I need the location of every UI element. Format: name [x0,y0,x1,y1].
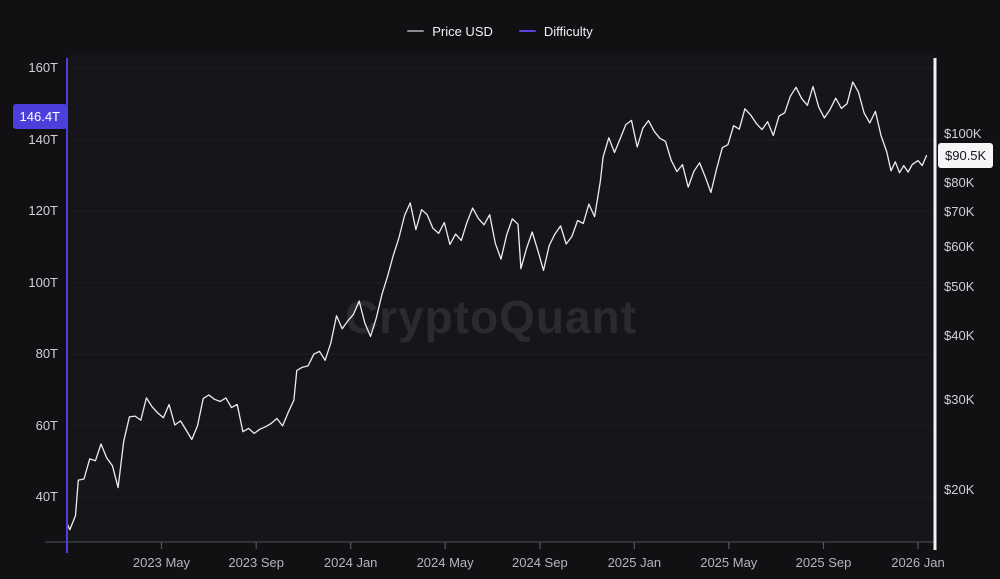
price-usd-line [66,81,928,531]
price-current-value-badge: $90.5K [938,143,994,169]
chart-canvas[interactable] [0,0,1000,579]
chart-panel: Price USD Difficulty CryptoQuant 40T 60T 8… [0,0,1000,579]
difficulty-current-value-badge: 146.4T [12,104,67,130]
